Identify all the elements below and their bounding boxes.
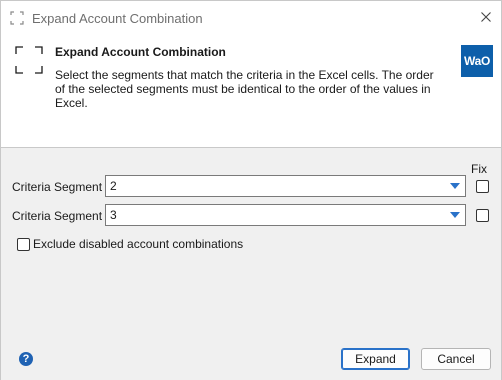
- exclude-disabled-checkbox[interactable]: [17, 238, 30, 251]
- close-icon: [481, 11, 491, 25]
- criteria-segment-1-label: Criteria Segment 1: [12, 180, 113, 194]
- criteria-segment-2-combo[interactable]: 3: [105, 204, 466, 226]
- exclude-disabled-label[interactable]: Exclude disabled account combinations: [33, 237, 243, 251]
- title-bar: Expand Account Combination: [1, 1, 501, 35]
- criteria-segment-2-fix-checkbox[interactable]: [476, 209, 489, 222]
- criteria-segment-2-value: 3: [110, 208, 117, 222]
- chevron-down-icon[interactable]: [447, 178, 463, 194]
- cancel-button[interactable]: Cancel: [421, 348, 491, 370]
- criteria-segment-2-label: Criteria Segment 2: [12, 209, 113, 223]
- close-button[interactable]: [471, 1, 501, 35]
- dashed-frame-icon: [15, 46, 43, 74]
- criteria-segment-1-combo[interactable]: 2: [105, 175, 466, 197]
- chevron-down-icon[interactable]: [447, 207, 463, 223]
- window-title: Expand Account Combination: [32, 11, 203, 26]
- header-title: Expand Account Combination: [55, 45, 226, 59]
- criteria-segment-1-value: 2: [110, 179, 117, 193]
- header-description: Select the segments that match the crite…: [55, 68, 434, 110]
- form-panel: Fix Criteria Segment 1 2 Criteria Segmen…: [1, 148, 501, 380]
- expand-button[interactable]: Expand: [341, 348, 410, 370]
- criteria-segment-1-fix-checkbox[interactable]: [476, 180, 489, 193]
- dashed-frame-icon: [10, 11, 24, 25]
- wao-logo: WaO: [461, 45, 493, 77]
- fix-column-header: Fix: [471, 162, 487, 176]
- expand-account-combination-dialog: Expand Account Combination Expand Accoun…: [0, 0, 502, 380]
- header-panel: Expand Account Combination Select the se…: [1, 35, 501, 147]
- help-icon[interactable]: ?: [19, 352, 33, 366]
